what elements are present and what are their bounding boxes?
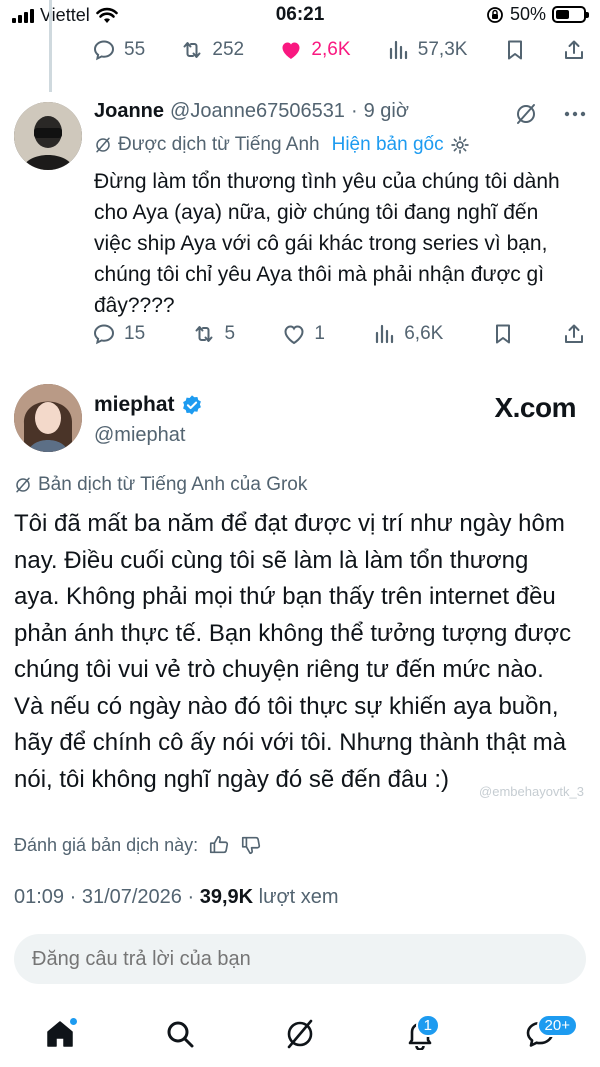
search-icon — [167, 1021, 194, 1047]
orientation-lock-icon — [487, 6, 503, 23]
watermark: @embehayovtk_3 — [479, 784, 584, 799]
post-time: 9 giờ — [363, 100, 409, 122]
grok-translation-row: Bản dịch từ Tiếng Anh của Grok — [14, 474, 307, 496]
views-action[interactable]: 6,6K — [372, 322, 443, 346]
reply-icon — [93, 324, 115, 345]
battery-level — [556, 10, 569, 19]
grok-icon — [16, 477, 30, 493]
tweet-timestamp: 01:09 · 31/07/2026 · — [14, 886, 195, 908]
status-bar: Viettel 06:21 50% — [0, 0, 600, 34]
nav-search[interactable] — [150, 1009, 210, 1059]
more-icon[interactable] — [564, 111, 586, 117]
main-author[interactable]: miephat — [94, 393, 203, 417]
retweet-count: 252 — [212, 39, 245, 60]
translation-label: Bản dịch từ Tiếng Anh của Grok — [38, 474, 308, 495]
retweet-action[interactable]: 5 — [192, 322, 235, 346]
translated-label: Được dịch từ Tiếng Anh — [118, 134, 320, 155]
reply-icon — [93, 40, 115, 61]
like-action[interactable]: 2,6K — [279, 38, 351, 62]
reply-input[interactable] — [14, 934, 586, 984]
retweet-count: 5 — [224, 323, 236, 344]
heart-icon — [284, 325, 304, 345]
messages-badge: 20+ — [536, 1013, 578, 1037]
share-action[interactable] — [562, 38, 586, 62]
retweet-action[interactable]: 252 — [180, 38, 244, 62]
heart-filled-icon — [282, 42, 300, 59]
bookmark-action[interactable] — [503, 38, 527, 62]
author-name[interactable]: Joanne — [94, 100, 164, 123]
reply-action[interactable]: 55 — [92, 38, 145, 62]
nav-messages[interactable]: 20+ — [510, 1009, 578, 1059]
share-icon — [564, 324, 583, 343]
bookmark-icon — [507, 40, 522, 60]
share-action[interactable] — [562, 322, 586, 346]
grok-icon — [96, 137, 110, 153]
battery-icon — [552, 6, 589, 23]
views-count: 6,6K — [404, 323, 444, 344]
bottom-nav: 1 20+ — [0, 1000, 600, 1067]
reply-action[interactable]: 15 — [92, 322, 145, 346]
grok-icon[interactable] — [514, 102, 538, 126]
reply-count: 55 — [124, 39, 146, 60]
reply-header: Joanne @Joanne67506531 · 9 giờ — [94, 100, 409, 123]
notifications-badge: 1 — [415, 1013, 440, 1037]
thumbs-up-icon[interactable] — [208, 834, 230, 856]
retweet-icon — [183, 42, 201, 58]
battery-percent: 50% — [509, 4, 546, 24]
views-label: lượt xem — [258, 886, 339, 908]
retweet-icon — [195, 326, 213, 342]
reply-count: 15 — [124, 323, 146, 344]
views-icon — [376, 324, 394, 344]
bookmark-action[interactable] — [491, 322, 515, 346]
reply-actions: 15 5 1 6,6K — [92, 322, 586, 346]
separator: · — [350, 100, 358, 122]
views-count[interactable]: 39,9K — [200, 886, 253, 908]
prev-tweet-actions: 55 252 2,6K 57,3K — [92, 38, 586, 62]
x-com-logo: X.com — [494, 392, 576, 423]
thread-line — [49, 0, 52, 92]
nav-notifications[interactable]: 1 — [390, 1009, 450, 1059]
nav-grok[interactable] — [270, 1009, 330, 1059]
tweet-meta: 01:09 · 31/07/2026 · 39,9K lượt xem — [14, 886, 338, 909]
reply-text: Đừng làm tổn thương tình yêu của chúng t… — [94, 170, 560, 317]
thumbs-down-icon[interactable] — [240, 834, 262, 856]
like-count: 1 — [314, 323, 325, 344]
tweet-text: Tôi đã mất ba năm để đạt được vị trí như… — [14, 510, 572, 793]
rate-translation-row: Đánh giá bản dịch này: — [14, 834, 262, 856]
nav-home[interactable] — [30, 1009, 90, 1059]
avatar[interactable] — [14, 102, 82, 170]
views-action[interactable]: 57,3K — [386, 38, 468, 62]
avatar-image — [14, 384, 82, 452]
views-count: 57,3K — [417, 39, 468, 60]
gear-icon[interactable] — [450, 135, 470, 155]
views-icon — [389, 40, 407, 60]
verified-badge-icon — [182, 395, 201, 415]
status-right: 50% — [486, 4, 589, 25]
avatar-image — [14, 102, 82, 170]
author-handle[interactable]: @Joanne67506531 — [170, 100, 345, 123]
like-action[interactable]: 1 — [282, 322, 325, 346]
translated-row: Được dịch từ Tiếng Anh Hiện bản gốc — [94, 134, 470, 156]
like-count: 2,6K — [311, 39, 351, 60]
reply-header-icons — [514, 102, 586, 126]
author-name[interactable]: miephat — [94, 393, 175, 417]
bookmark-icon — [495, 324, 510, 344]
main-avatar[interactable] — [14, 384, 82, 452]
share-icon — [565, 40, 583, 59]
show-original-link[interactable]: Hiện bản gốc — [332, 134, 444, 156]
author-handle[interactable]: @miephat — [94, 424, 185, 447]
rate-label: Đánh giá bản dịch này: — [14, 834, 199, 855]
new-posts-dot — [69, 1016, 78, 1026]
grok-icon — [287, 1019, 313, 1048]
